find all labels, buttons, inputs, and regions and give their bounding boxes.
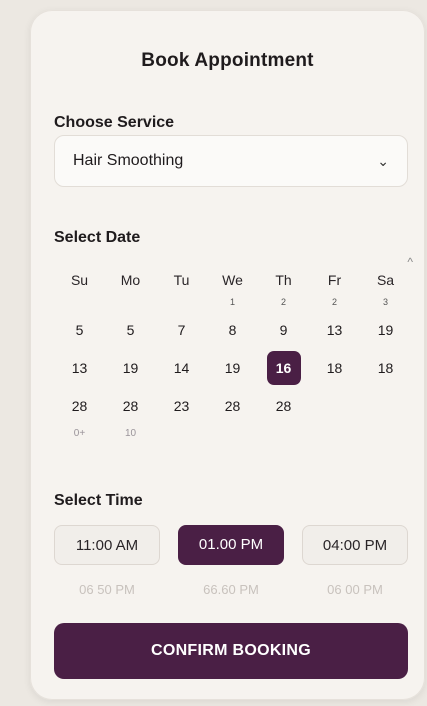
booking-card: Book Appointment Choose Service Hair Smo… bbox=[30, 10, 425, 700]
weekday-label: Sa bbox=[376, 272, 395, 288]
page-title: Book Appointment bbox=[141, 50, 314, 71]
calendar-day[interactable]: 8 bbox=[207, 311, 258, 349]
calendar-day[interactable] bbox=[105, 295, 156, 311]
calendar-day[interactable]: 28 bbox=[258, 387, 309, 425]
service-label: Choose Service bbox=[54, 114, 175, 131]
calendar-day[interactable]: 9 bbox=[258, 311, 309, 349]
calendar-day[interactable]: 14 bbox=[156, 349, 207, 387]
time-slot-button[interactable]: 11:00 AM bbox=[54, 525, 160, 565]
calendar-day[interactable]: 23 bbox=[156, 387, 207, 425]
calendar-day[interactable]: 7 bbox=[156, 311, 207, 349]
weekday-label: Mo bbox=[120, 272, 141, 288]
calendar-day[interactable]: 0+ bbox=[54, 425, 105, 443]
calendar-day[interactable]: 5 bbox=[54, 311, 105, 349]
calendar-day[interactable]: 18 bbox=[360, 349, 411, 387]
calendar-week: 13 19 14 19 16 18 18 bbox=[54, 349, 424, 387]
time-slot-button-selected[interactable]: 01.00 PM bbox=[178, 525, 284, 565]
calendar-day[interactable] bbox=[309, 387, 360, 425]
faded-time-slot: 06 50 PM bbox=[79, 582, 135, 597]
calendar-day[interactable]: 10 bbox=[105, 425, 156, 443]
calendar-day[interactable]: 28 bbox=[105, 387, 156, 425]
calendar-day[interactable] bbox=[156, 295, 207, 311]
calendar-day[interactable] bbox=[258, 425, 309, 443]
weekday-label: Fr bbox=[327, 272, 342, 288]
calendar-day[interactable] bbox=[309, 425, 360, 443]
calendar-day[interactable]: 28 bbox=[54, 387, 105, 425]
confirm-booking-button[interactable]: CONFIRM BOOKING bbox=[54, 623, 408, 679]
calendar-day[interactable]: 13 bbox=[54, 349, 105, 387]
calendar-week: 28 28 23 28 28 bbox=[54, 387, 424, 425]
calendar-day[interactable]: 13 bbox=[309, 311, 360, 349]
service-select[interactable]: Hair Smoothing ⌄ bbox=[54, 135, 408, 187]
weekday-label: Tu bbox=[173, 272, 190, 288]
time-label: Select Time bbox=[54, 492, 143, 509]
calendar-day[interactable]: 19 bbox=[105, 349, 156, 387]
calendar-day[interactable]: 19 bbox=[207, 349, 258, 387]
service-value: Hair Smoothing bbox=[73, 152, 184, 169]
calendar-day[interactable]: 2 bbox=[258, 295, 309, 311]
weekday-label: Th bbox=[275, 272, 292, 288]
calendar-day[interactable]: 18 bbox=[309, 349, 360, 387]
calendar-grid: Su Mo Tu We Th Fr Sa 1 2 2 3 5 5 7 8 9 1… bbox=[54, 265, 424, 443]
calendar-day[interactable] bbox=[156, 425, 207, 443]
date-label: Select Date bbox=[54, 229, 141, 246]
calendar-day[interactable] bbox=[360, 425, 411, 443]
calendar-day[interactable]: 5 bbox=[105, 311, 156, 349]
calendar-day[interactable]: 1 bbox=[207, 295, 258, 311]
calendar-week: 0+ 10 bbox=[54, 425, 424, 443]
faded-time-slot: 06 00 PM bbox=[327, 582, 383, 597]
calendar-day[interactable]: 2 bbox=[309, 295, 360, 311]
weekday-label: Su bbox=[70, 272, 89, 288]
calendar-week: 1 2 2 3 bbox=[54, 295, 424, 311]
calendar-day[interactable]: 19 bbox=[360, 311, 411, 349]
selected-day: 16 bbox=[266, 351, 301, 385]
faded-time-slot: 66.60 PM bbox=[203, 582, 259, 597]
chevron-down-icon: ⌄ bbox=[377, 153, 389, 169]
calendar-week: 5 5 7 8 9 13 19 bbox=[54, 311, 424, 349]
weekday-header: Su Mo Tu We Th Fr Sa bbox=[54, 265, 424, 295]
calendar-day[interactable]: 3 bbox=[360, 295, 411, 311]
calendar-day[interactable] bbox=[360, 387, 411, 425]
calendar-day-selected[interactable]: 16 bbox=[258, 349, 309, 387]
calendar-day[interactable] bbox=[54, 295, 105, 311]
time-slot-button[interactable]: 04:00 PM bbox=[302, 525, 408, 565]
calendar-day[interactable]: 28 bbox=[207, 387, 258, 425]
weekday-label: We bbox=[222, 272, 243, 288]
calendar-day[interactable] bbox=[207, 425, 258, 443]
